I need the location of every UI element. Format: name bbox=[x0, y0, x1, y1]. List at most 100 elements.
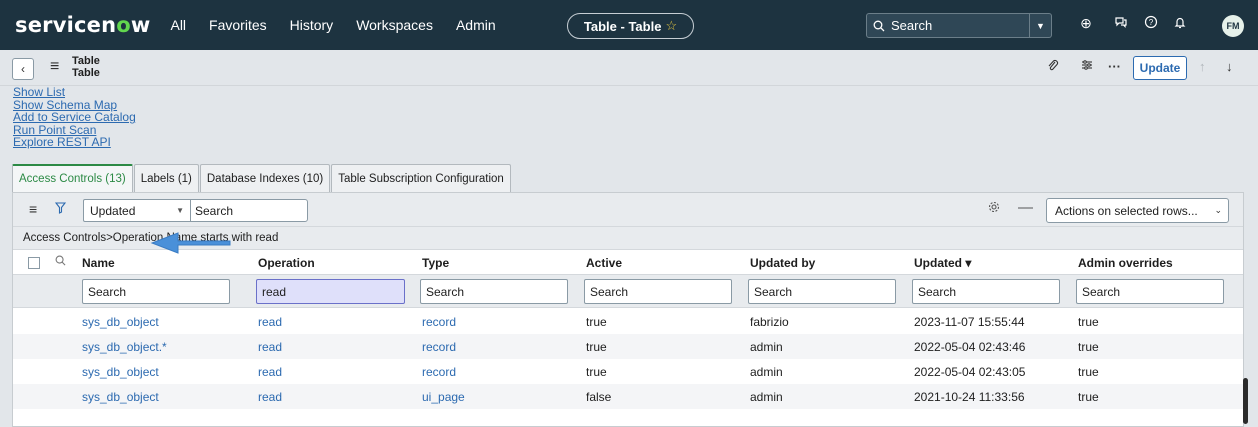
record-title-line1: Table bbox=[72, 55, 100, 67]
cell-active: true bbox=[586, 339, 607, 354]
list-toolbar: ≡ Updated ▼ Search — Actions on selected… bbox=[13, 193, 1243, 227]
cell-admin-overrides: true bbox=[1078, 389, 1099, 404]
related-links: Show List Show Schema Map Add to Service… bbox=[13, 86, 136, 149]
column-header-name[interactable]: Name bbox=[82, 251, 115, 274]
chevron-left-icon: ‹ bbox=[21, 62, 25, 76]
cell-active: true bbox=[586, 314, 607, 329]
star-icon[interactable]: ☆ bbox=[665, 18, 677, 34]
cell-operation[interactable]: read bbox=[258, 334, 282, 359]
table-row[interactable]: sys_db_object read ui_page false admin 2… bbox=[13, 384, 1243, 409]
search-active-input[interactable]: Search bbox=[584, 279, 732, 304]
next-record-icon[interactable]: ↓ bbox=[1226, 59, 1233, 74]
cell-type[interactable]: record bbox=[422, 334, 456, 359]
search-icon bbox=[873, 20, 885, 31]
search-updated-by-input[interactable]: Search bbox=[748, 279, 896, 304]
tab-database-indexes[interactable]: Database Indexes (10) bbox=[199, 164, 331, 192]
global-search-placeholder: Search bbox=[891, 18, 933, 33]
cell-operation[interactable]: read bbox=[258, 359, 282, 384]
context-menu-icon[interactable]: ≡ bbox=[50, 58, 59, 76]
cell-name[interactable]: sys_db_object bbox=[82, 359, 159, 384]
cell-admin-overrides: true bbox=[1078, 364, 1099, 379]
cell-updated: 2022-05-04 02:43:05 bbox=[914, 364, 1026, 379]
link-add-to-service-catalog[interactable]: Add to Service Catalog bbox=[13, 111, 136, 124]
related-list-tabs: Access Controls (13) Labels (1) Database… bbox=[12, 164, 512, 192]
cell-name[interactable]: sys_db_object bbox=[82, 309, 159, 334]
record-header: ‹ ≡ Table Table ··· Update ↑ ↓ bbox=[0, 50, 1258, 86]
column-header-type[interactable]: Type bbox=[422, 251, 449, 274]
gear-icon[interactable] bbox=[988, 201, 1000, 216]
cell-active: true bbox=[586, 364, 607, 379]
help-icon[interactable]: ? bbox=[1141, 15, 1161, 32]
chat-icon[interactable] bbox=[1111, 15, 1131, 32]
search-field-select[interactable]: Updated ▼ bbox=[83, 199, 191, 222]
column-header-updated[interactable]: Updated ▾ bbox=[914, 251, 971, 274]
chevron-down-icon: ⌄ bbox=[1214, 205, 1222, 215]
bell-icon[interactable] bbox=[1170, 15, 1190, 32]
global-search-input[interactable]: Search bbox=[866, 13, 1030, 38]
column-header-active[interactable]: Active bbox=[586, 251, 622, 274]
nav-all[interactable]: All bbox=[170, 17, 186, 33]
actions-select-value: Actions on selected rows... bbox=[1055, 203, 1198, 218]
search-updated-input[interactable]: Search bbox=[912, 279, 1060, 304]
nav-admin[interactable]: Admin bbox=[456, 17, 496, 33]
table-row[interactable]: sys_db_object read record true fabrizio … bbox=[13, 309, 1243, 334]
record-title: Table Table bbox=[72, 55, 100, 79]
cell-operation[interactable]: read bbox=[258, 384, 282, 409]
tab-table-subscription-configuration[interactable]: Table Subscription Configuration bbox=[331, 164, 511, 192]
link-explore-rest-api[interactable]: Explore REST API bbox=[13, 136, 136, 149]
search-type-input[interactable]: Search bbox=[420, 279, 568, 304]
cell-admin-overrides: true bbox=[1078, 314, 1099, 329]
cell-type[interactable]: record bbox=[422, 359, 456, 384]
column-header-admin-overrides[interactable]: Admin overrides bbox=[1078, 251, 1173, 274]
link-show-list[interactable]: Show List bbox=[13, 86, 136, 99]
table-row[interactable]: sys_db_object.* read record true admin 2… bbox=[13, 334, 1243, 359]
column-header-operation[interactable]: Operation bbox=[258, 251, 315, 274]
context-pill[interactable]: Table - Table ☆ bbox=[567, 13, 694, 39]
previous-record-icon[interactable]: ↑ bbox=[1199, 59, 1206, 74]
cell-updated-by: admin bbox=[750, 364, 783, 379]
personalize-form-icon[interactable] bbox=[1081, 59, 1093, 74]
select-all-checkbox[interactable] bbox=[28, 257, 40, 269]
cell-type[interactable]: record bbox=[422, 309, 456, 334]
actions-select[interactable]: Actions on selected rows... ⌄ bbox=[1046, 198, 1229, 223]
cell-updated: 2022-05-04 02:43:46 bbox=[914, 339, 1026, 354]
list-search-input[interactable]: Search bbox=[190, 199, 308, 222]
tab-labels[interactable]: Labels (1) bbox=[133, 164, 199, 192]
search-admin-overrides-input[interactable]: Search bbox=[1076, 279, 1224, 304]
cell-name[interactable]: sys_db_object.* bbox=[82, 334, 167, 359]
cell-updated-by: admin bbox=[750, 389, 783, 404]
table-row-partial bbox=[13, 409, 1243, 427]
globe-icon[interactable]: ⊕ bbox=[1076, 15, 1096, 32]
avatar[interactable]: FM bbox=[1222, 15, 1244, 37]
table-row[interactable]: sys_db_object read record true admin 202… bbox=[13, 359, 1243, 384]
scrollbar[interactable] bbox=[1243, 378, 1248, 424]
column-header-updated-by[interactable]: Updated by bbox=[750, 251, 815, 274]
servicenow-logo[interactable]: servicenow bbox=[15, 13, 150, 37]
back-button[interactable]: ‹ bbox=[12, 58, 34, 80]
filter-icon[interactable] bbox=[54, 202, 67, 217]
chevron-down-icon: ▼ bbox=[176, 206, 184, 215]
nav-history[interactable]: History bbox=[290, 17, 334, 33]
cell-updated: 2021-10-24 11:33:56 bbox=[914, 389, 1025, 404]
tab-access-controls[interactable]: Access Controls (13) bbox=[12, 164, 133, 192]
search-field-value: Updated bbox=[90, 203, 136, 218]
cell-name[interactable]: sys_db_object bbox=[82, 384, 159, 409]
more-options-icon[interactable]: ··· bbox=[1108, 59, 1121, 74]
update-button[interactable]: Update bbox=[1133, 56, 1187, 80]
main-nav: All Favorites History Workspaces Admin bbox=[170, 17, 518, 33]
record-title-line2: Table bbox=[72, 67, 100, 79]
search-operation-input[interactable]: read bbox=[256, 279, 405, 304]
search-icon[interactable] bbox=[55, 255, 66, 269]
column-search-row: Search read Search Search Search Search … bbox=[13, 275, 1243, 308]
list-menu-icon[interactable]: ≡ bbox=[29, 201, 37, 217]
search-scope-dropdown[interactable]: ▼ bbox=[1030, 13, 1052, 38]
cell-type[interactable]: ui_page bbox=[422, 384, 465, 409]
context-pill-label: Table - Table bbox=[583, 18, 662, 34]
access-controls-list: ≡ Updated ▼ Search — Actions on selected… bbox=[12, 192, 1244, 427]
cell-operation[interactable]: read bbox=[258, 309, 282, 334]
search-name-input[interactable]: Search bbox=[82, 279, 230, 304]
attachment-icon[interactable] bbox=[1047, 59, 1059, 76]
collapse-icon[interactable]: — bbox=[1018, 199, 1033, 216]
nav-favorites[interactable]: Favorites bbox=[209, 17, 267, 33]
nav-workspaces[interactable]: Workspaces bbox=[356, 17, 433, 33]
